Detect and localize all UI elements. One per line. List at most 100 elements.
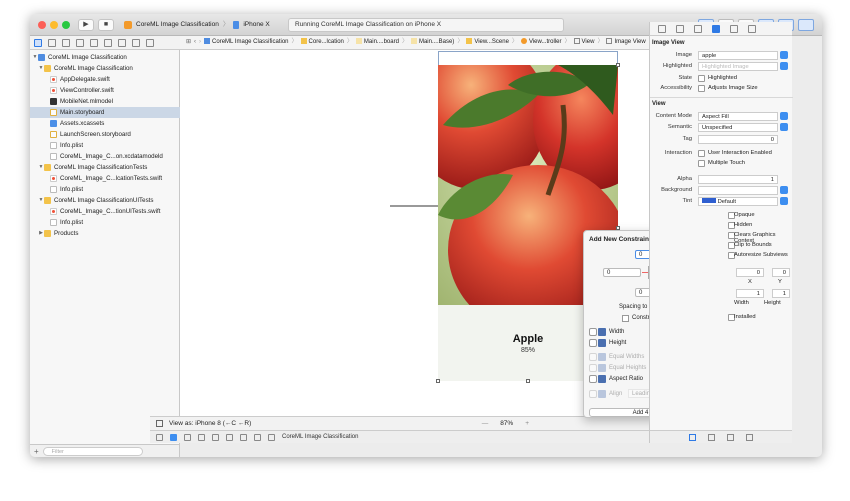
tree-item[interactable]: LaunchScreen.storyboard [30, 129, 180, 140]
back-arrow-icon[interactable]: ‹ [194, 36, 196, 49]
jump-bar-item[interactable]: CoreML Image Classification [204, 36, 289, 49]
image-dropdown-button[interactable] [780, 51, 788, 59]
jump-bar-item[interactable]: Main....board [355, 36, 399, 49]
tint-color-well[interactable]: Default [698, 197, 778, 206]
symbol-navigator-icon[interactable] [62, 39, 70, 47]
resize-handle[interactable] [436, 379, 440, 383]
aspect-ratio-checkbox[interactable] [589, 375, 597, 383]
close-window-button[interactable] [38, 21, 46, 29]
background-color-well[interactable] [698, 186, 778, 195]
device-toggle-icon[interactable] [156, 420, 163, 427]
step-out-icon[interactable] [226, 433, 233, 441]
stop-button[interactable]: ■ [98, 19, 114, 31]
semantic-dropdown-button[interactable] [780, 123, 788, 131]
zoom-out-button[interactable]: — [482, 420, 489, 427]
equal-widths-checkbox[interactable] [589, 353, 597, 361]
minimize-window-button[interactable] [50, 21, 58, 29]
tree-item[interactable]: Info.plist [30, 217, 180, 228]
tree-item[interactable]: CoreML_Image_C...lcationTests.swift [30, 173, 180, 184]
content-mode-select[interactable]: Aspect Fill [698, 112, 778, 121]
jump-bar-item[interactable]: View...troller [520, 36, 562, 49]
tree-item[interactable]: CoreML_Image_C...on.xcdatamodeld [30, 151, 180, 162]
background-dropdown-button[interactable] [780, 186, 788, 194]
view-hierarchy-icon[interactable] [240, 433, 247, 441]
jump-bar-item[interactable]: Core...lcation [300, 36, 344, 49]
jump-bar-item[interactable]: View...Scene [466, 36, 509, 49]
zoom-window-button[interactable] [62, 21, 70, 29]
equal-heights-checkbox[interactable] [589, 364, 597, 372]
tree-item[interactable]: ViewController.swift [30, 85, 180, 96]
stretch-y-field[interactable]: 0 [772, 268, 790, 277]
tree-item[interactable]: CoreML_Image_C...tionUITests.swift [30, 206, 180, 217]
forward-arrow-icon[interactable]: › [199, 36, 201, 49]
tree-item[interactable]: ▼ CoreML Image Classification [30, 63, 180, 74]
breakpoint-navigator-icon[interactable] [132, 39, 140, 47]
content-mode-dropdown-button[interactable] [780, 112, 788, 120]
quick-help-icon[interactable] [676, 25, 684, 33]
jump-bar-item[interactable]: Image View [606, 36, 646, 49]
project-navigator-icon[interactable] [34, 39, 42, 47]
toggle-inspector-button[interactable] [798, 19, 814, 31]
highlighted-dropdown-button[interactable] [780, 62, 788, 70]
alpha-field[interactable]: 1 [698, 175, 778, 184]
tag-field[interactable]: 0 [698, 135, 778, 144]
related-items-icon[interactable]: ⊞ [186, 36, 191, 49]
object-library-icon[interactable] [727, 433, 734, 441]
jump-bar-item[interactable]: Main....Base) [410, 36, 454, 49]
user-interaction-checkbox[interactable] [698, 150, 705, 157]
memory-graph-icon[interactable] [254, 433, 261, 441]
tree-item[interactable]: AppDelegate.swift [30, 74, 180, 85]
report-navigator-icon[interactable] [146, 39, 154, 47]
zoom-in-button[interactable]: + [525, 420, 529, 427]
tree-item[interactable]: Assets.xcassets [30, 118, 180, 129]
source-control-icon[interactable] [48, 39, 56, 47]
connections-inspector-icon[interactable] [748, 25, 756, 33]
tree-item[interactable]: MobileNet.mlmodel [30, 96, 180, 107]
step-over-icon[interactable] [198, 433, 205, 441]
tree-item[interactable]: Info.plist [30, 140, 180, 151]
resize-handle[interactable] [616, 63, 620, 67]
media-library-icon[interactable] [746, 433, 753, 441]
multiple-touch-checkbox[interactable] [698, 160, 705, 167]
tree-item[interactable]: ▶ Products [30, 228, 180, 239]
leading-spacing-input[interactable]: 0 [603, 268, 641, 277]
image-field[interactable]: apple [698, 51, 778, 60]
issue-navigator-icon[interactable] [90, 39, 98, 47]
state-highlighted-checkbox[interactable] [698, 75, 705, 82]
highlighted-image-field[interactable]: Highlighted Image [698, 62, 778, 71]
stretch-height-field[interactable]: 1 [772, 289, 790, 298]
run-button[interactable]: ▶ [78, 19, 94, 31]
tree-item-selected[interactable]: Main.storyboard [30, 107, 180, 118]
attributes-inspector-icon[interactable] [712, 25, 720, 33]
find-navigator-icon[interactable] [76, 39, 84, 47]
step-into-icon[interactable] [212, 433, 219, 441]
tree-item[interactable]: ▼ CoreML Image ClassificationUITests [30, 195, 180, 206]
align-checkbox[interactable] [589, 390, 597, 398]
navigator-filter-input[interactable]: Filter [42, 446, 143, 456]
entry-point-arrow[interactable] [390, 205, 438, 207]
hide-debug-area-icon[interactable] [156, 433, 163, 441]
semantic-select[interactable]: Unspecified [698, 123, 778, 132]
file-inspector-icon[interactable] [658, 25, 666, 33]
scheme-selector[interactable]: CoreML Image Classification 〉 iPhone X [124, 19, 270, 31]
tree-item[interactable]: Info.plist [30, 184, 180, 195]
identity-inspector-icon[interactable] [694, 25, 702, 33]
location-icon[interactable] [268, 433, 275, 441]
jump-bar-item[interactable]: View [573, 36, 594, 49]
height-checkbox[interactable] [589, 339, 597, 347]
tint-dropdown-button[interactable] [780, 197, 788, 205]
add-file-icon[interactable]: + [34, 447, 39, 456]
debug-navigator-icon[interactable] [118, 39, 126, 47]
size-inspector-icon[interactable] [730, 25, 738, 33]
file-template-library-icon[interactable] [689, 433, 696, 441]
resize-handle[interactable] [526, 379, 530, 383]
code-snippet-library-icon[interactable] [708, 433, 715, 441]
constrain-margins-checkbox[interactable] [622, 315, 629, 322]
width-checkbox[interactable] [589, 328, 597, 336]
test-navigator-icon[interactable] [104, 39, 112, 47]
tree-item[interactable]: ▼ CoreML Image ClassificationTests [30, 162, 180, 173]
stretch-x-field[interactable]: 0 [736, 268, 764, 277]
adjusts-image-size-checkbox[interactable] [698, 85, 705, 92]
breakpoints-toggle-icon[interactable] [170, 433, 177, 441]
stretch-width-field[interactable]: 1 [736, 289, 764, 298]
